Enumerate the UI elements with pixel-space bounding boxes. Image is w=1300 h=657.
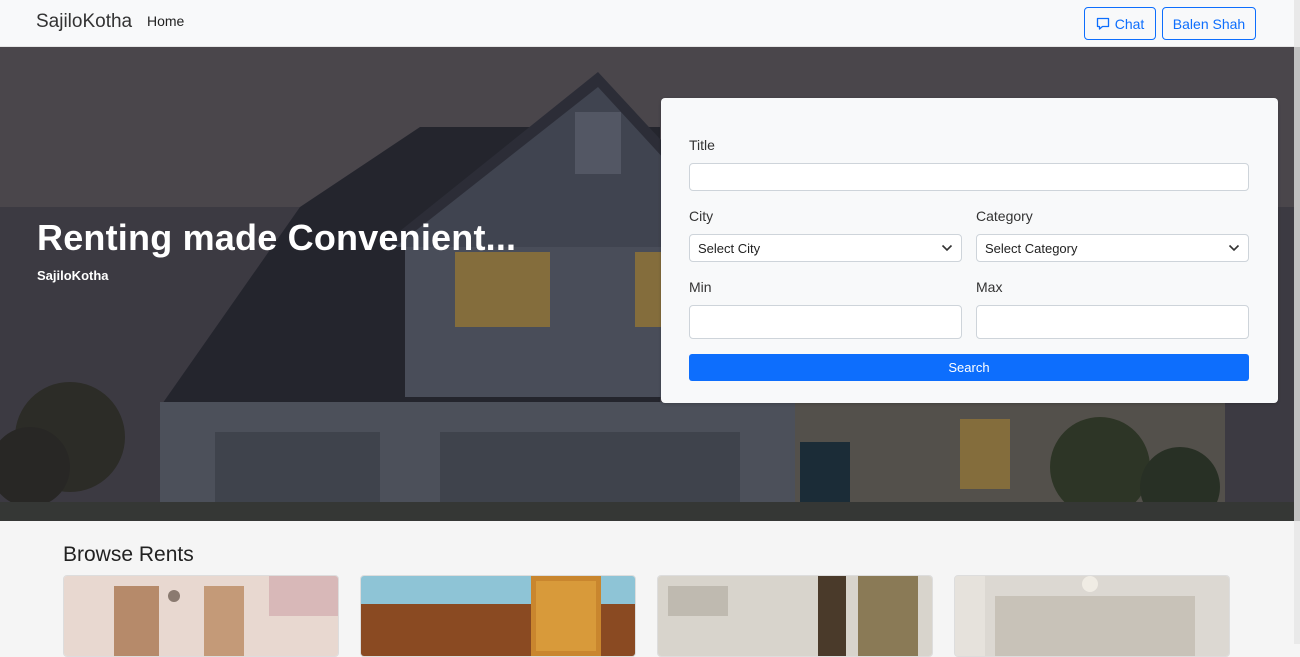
rent-card-image <box>361 576 635 656</box>
category-select[interactable]: Select Category <box>976 234 1249 262</box>
chat-button[interactable]: Chat <box>1084 7 1156 40</box>
min-label: Min <box>689 279 712 295</box>
chat-button-label: Chat <box>1114 15 1145 32</box>
chevron-down-icon <box>1228 244 1240 252</box>
search-button-label: Search <box>948 360 990 375</box>
min-price-input[interactable] <box>689 305 962 339</box>
rent-card-image <box>658 576 932 656</box>
user-menu-button[interactable]: Balen Shah <box>1162 7 1256 40</box>
search-card: Title City Select City Category Select C… <box>661 98 1278 403</box>
browse-rents-heading: Browse Rents <box>63 543 194 566</box>
navbar: SajiloKotha Home Chat Balen Shah <box>0 0 1300 47</box>
city-select[interactable]: Select City <box>689 234 962 262</box>
city-select-value: Select City <box>698 240 761 256</box>
category-select-value: Select Category <box>985 240 1078 256</box>
rent-card-2[interactable] <box>360 575 636 657</box>
scrollbar-thumb[interactable] <box>1294 47 1300 521</box>
city-label: City <box>689 208 714 224</box>
max-price-input[interactable] <box>976 305 1249 339</box>
rent-card-4[interactable] <box>954 575 1230 657</box>
chevron-down-icon <box>941 244 953 252</box>
rent-card-image <box>64 576 338 656</box>
page-scrollbar[interactable] <box>1294 0 1300 644</box>
category-label: Category <box>976 208 1033 224</box>
title-input[interactable] <box>689 163 1249 191</box>
title-label: Title <box>689 137 715 153</box>
brand-logo[interactable]: SajiloKotha <box>36 11 132 33</box>
search-button[interactable]: Search <box>689 354 1249 381</box>
user-name-label: Balen Shah <box>1172 15 1246 32</box>
chat-icon <box>1096 17 1110 31</box>
hero-title: Renting made Convenient... <box>37 217 517 258</box>
nav-home-link[interactable]: Home <box>147 13 184 29</box>
rent-card-image <box>955 576 1229 656</box>
hero-subtitle: SajiloKotha <box>37 268 109 283</box>
rent-card-3[interactable] <box>657 575 933 657</box>
max-label: Max <box>976 279 1003 295</box>
rent-card-1[interactable] <box>63 575 339 657</box>
